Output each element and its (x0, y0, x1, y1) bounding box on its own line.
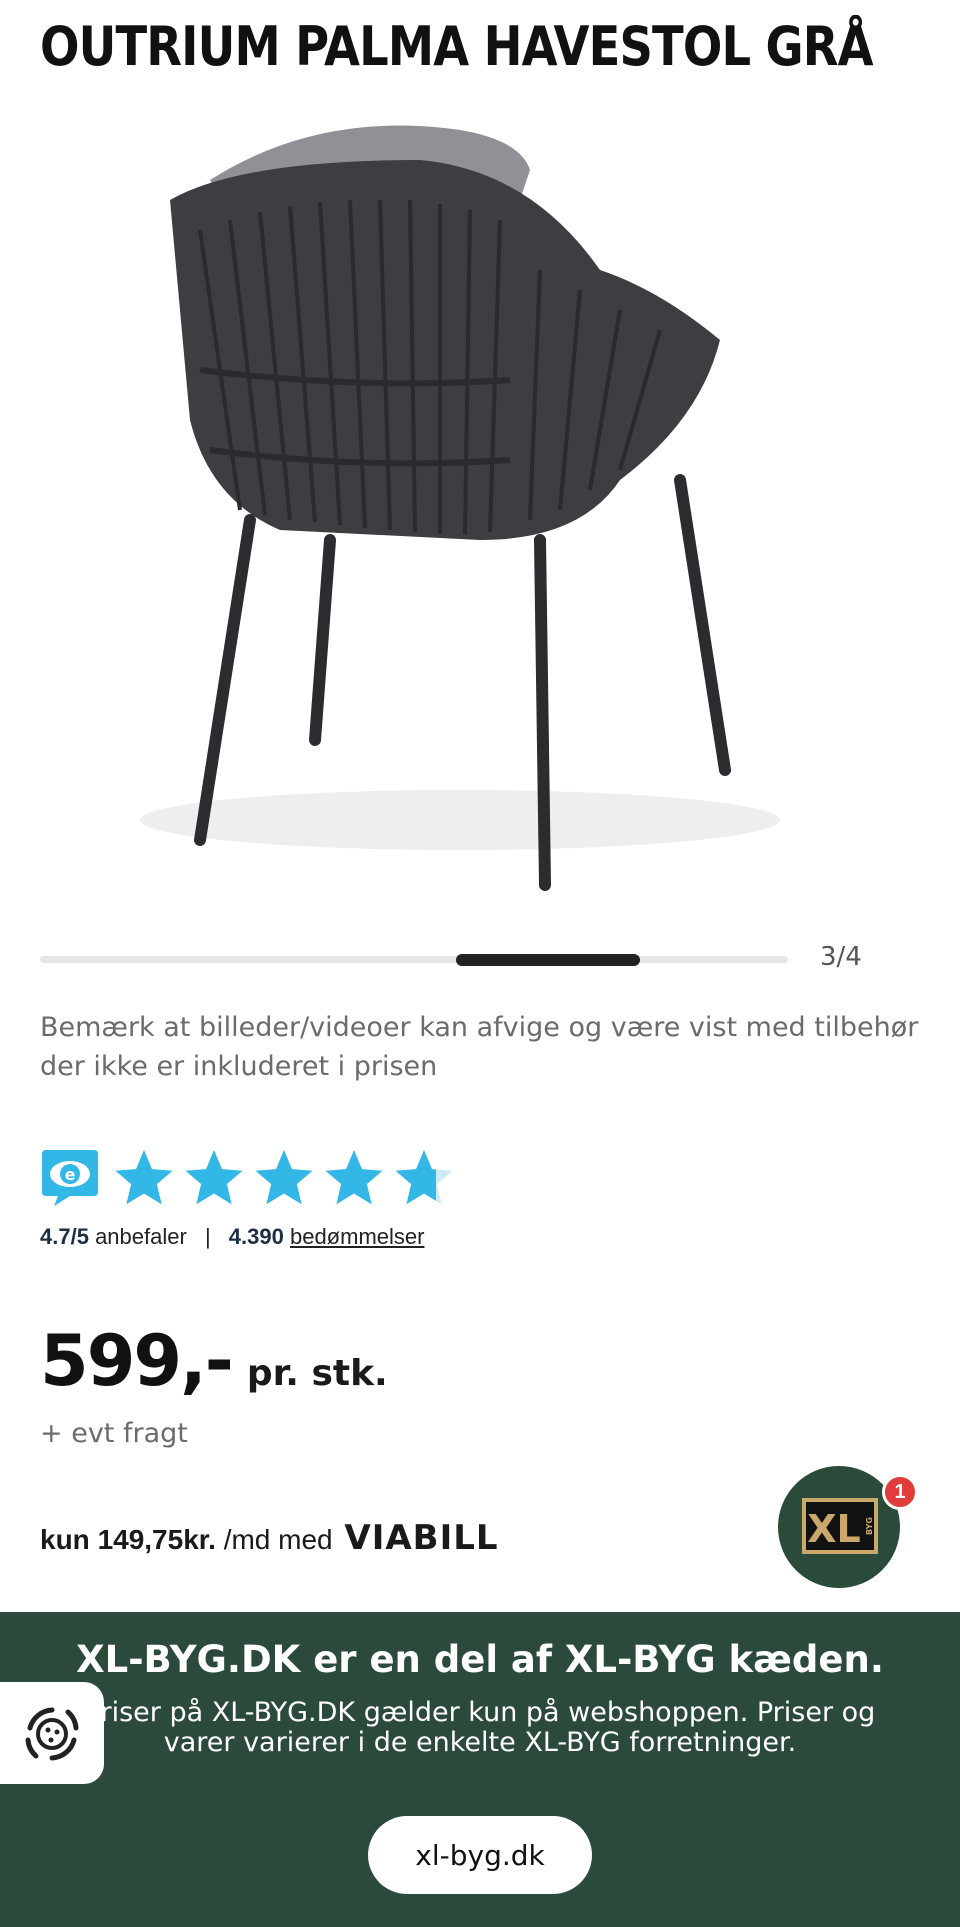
svg-text:BYG: BYG (865, 1517, 874, 1535)
price-unit: pr. stk. (246, 1353, 388, 1394)
financing-prefix: kun (40, 1524, 90, 1555)
cookie-settings-icon (25, 1707, 79, 1761)
rating-score: 4.7/5 (40, 1224, 89, 1249)
rating-summary: 4.7/5 anbefaler | 4.390 bedømmelser (40, 1224, 424, 1250)
star-filled (255, 1150, 313, 1205)
xl-byg-logo-icon: XL BYG (802, 1498, 878, 1554)
financing-suffix: /md med (223, 1524, 333, 1555)
financing-info[interactable]: kun 149,75kr. /md med VIABILL (40, 1518, 499, 1558)
product-image[interactable] (60, 120, 900, 920)
rating-separator: | (204, 1224, 211, 1249)
star-filled (325, 1150, 383, 1205)
site-link-button[interactable]: xl-byg.dk (368, 1816, 592, 1894)
reviews-link[interactable]: bedømmelser (290, 1224, 424, 1249)
product-title: OUTRIUM PALMA HAVESTOL GRÅ (40, 15, 874, 78)
financing-amount: 149,75kr. (97, 1524, 216, 1555)
footer-banner: XL-BYG.DK er en del af XL-BYG kæden. Pri… (0, 1612, 960, 1927)
svg-text:e: e (65, 1165, 76, 1184)
rating-recommend-label: anbefaler (95, 1224, 187, 1249)
footer-subtext: Priser på XL-BYG.DK gælder kun på websho… (84, 1697, 876, 1758)
e-maerket-icon: e (42, 1150, 98, 1206)
gallery-counter: 3/4 (820, 942, 862, 972)
freight-note: + evt fragt (40, 1418, 188, 1449)
chat-launcher-button[interactable]: XL BYG 1 (778, 1466, 918, 1588)
price-block: 599,- pr. stk. (40, 1320, 388, 1402)
star-filled (185, 1150, 243, 1205)
price-amount: 599,- (40, 1320, 234, 1402)
gallery-progress-track[interactable] (40, 954, 788, 966)
viabill-logo: VIABILL (344, 1518, 499, 1558)
gallery-progress-thumb[interactable] (456, 954, 640, 966)
star-filled (115, 1150, 173, 1205)
notification-count-badge: 1 (882, 1474, 918, 1510)
rating-count: 4.390 (228, 1224, 284, 1249)
footer-headline: XL-BYG.DK er en del af XL-BYG kæden. (76, 1638, 884, 1681)
rating-stars (115, 1150, 453, 1205)
image-disclaimer: Bemærk at billeder/videoer kan afvige og… (40, 1012, 919, 1082)
svg-text:XL: XL (807, 1507, 861, 1551)
cookie-settings-button[interactable] (0, 1682, 104, 1784)
